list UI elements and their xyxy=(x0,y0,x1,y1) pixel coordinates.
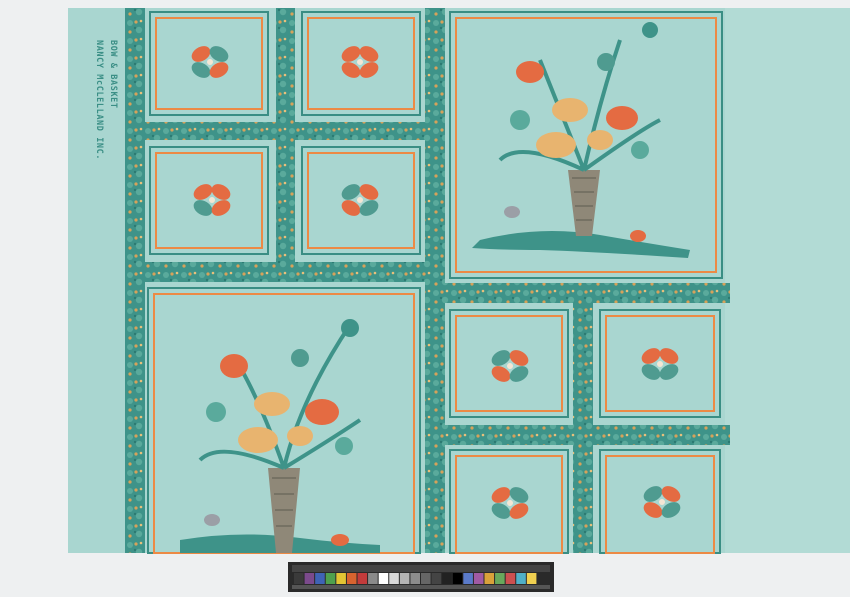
manufacturer-imprint: BOW & BASKET NANCY McCLELLAND INC. xyxy=(80,40,120,240)
calibration-swatch xyxy=(346,573,357,584)
paper-right-margin xyxy=(725,8,850,553)
calibration-swatch xyxy=(526,573,537,584)
calibration-swatch xyxy=(294,573,304,584)
calibration-swatch xyxy=(537,573,547,584)
calibration-swatch xyxy=(399,573,410,584)
calibration-swatch xyxy=(410,573,420,584)
calibration-swatch xyxy=(484,573,495,584)
calibration-swatch xyxy=(442,573,452,584)
calibration-swatch xyxy=(378,573,389,584)
calibration-swatch xyxy=(325,573,336,584)
color-calibration-bar xyxy=(288,562,554,592)
imprint-line-2: NANCY McCLELLAND INC. xyxy=(94,40,104,161)
calibration-swatch xyxy=(315,573,325,584)
bow-panel xyxy=(149,146,269,255)
calibration-swatch xyxy=(495,573,505,584)
calibration-swatch xyxy=(421,573,431,584)
calibration-swatch xyxy=(304,573,315,584)
calibration-swatch xyxy=(357,573,368,584)
calibration-swatch xyxy=(516,573,526,584)
calibration-swatch xyxy=(473,573,484,584)
calibration-swatch xyxy=(368,573,378,584)
wallpaper-sample-scene xyxy=(68,8,850,592)
calibration-swatch xyxy=(463,573,473,584)
calibration-swatch xyxy=(336,573,346,584)
calibration-swatch xyxy=(389,573,399,584)
calibration-swatch xyxy=(431,573,442,584)
calibration-swatch xyxy=(505,573,516,584)
imprint-line-1: BOW & BASKET xyxy=(108,40,118,109)
calibration-swatch xyxy=(452,573,463,584)
